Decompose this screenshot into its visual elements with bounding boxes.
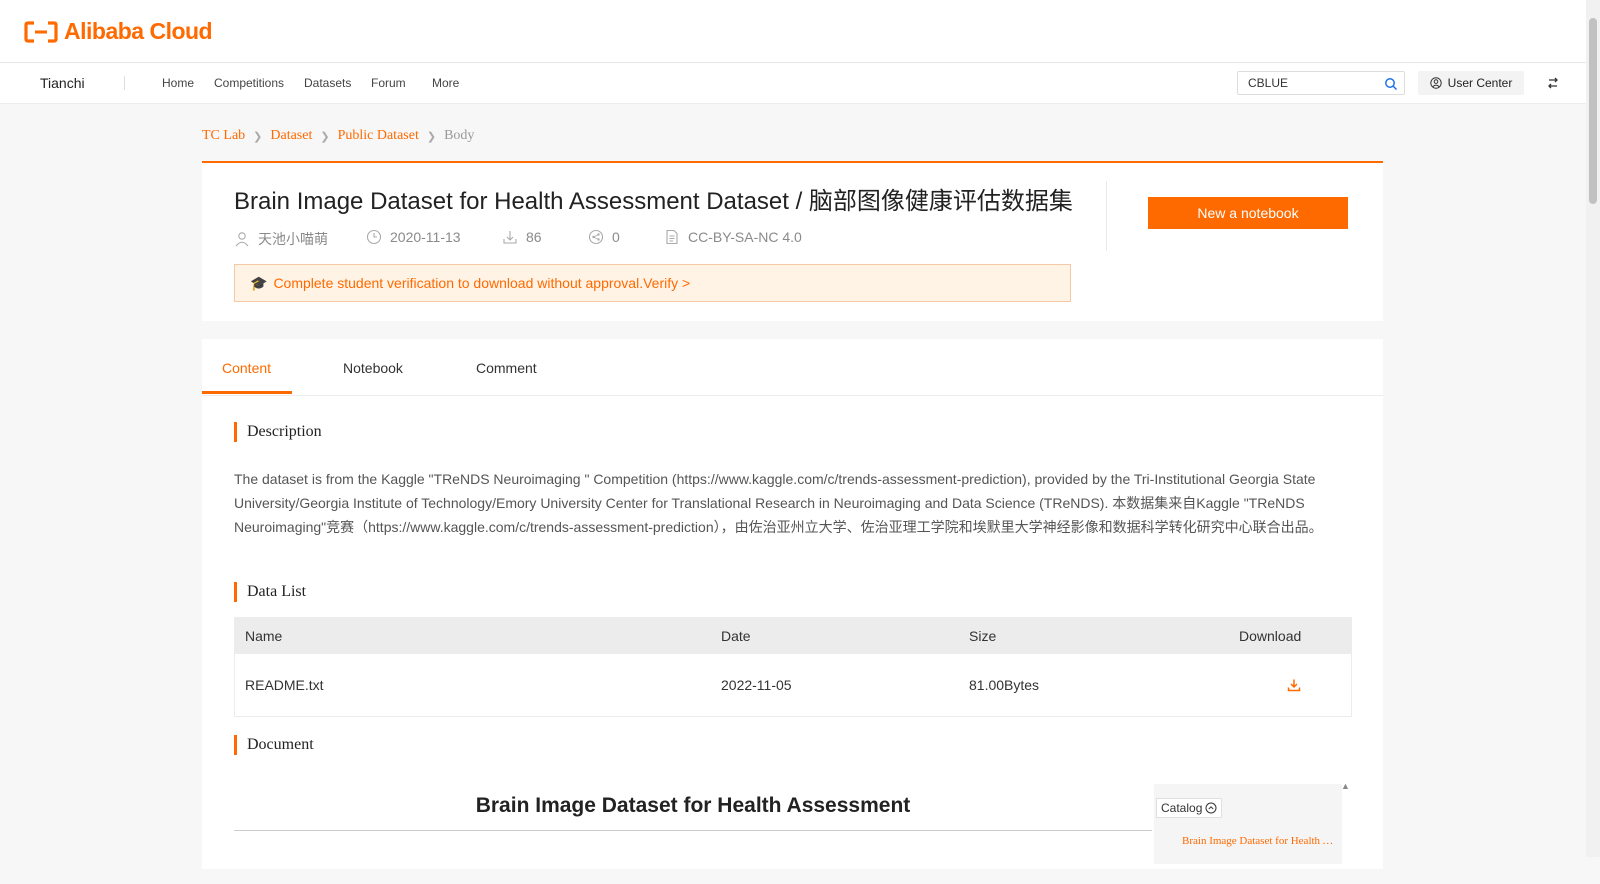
dataset-date: 2020-11-13 xyxy=(390,229,461,245)
data-list-table: Name Date Size Download README.txt 2022-… xyxy=(234,617,1352,717)
search-input[interactable] xyxy=(1248,76,1378,90)
search-box xyxy=(1237,71,1405,95)
student-verification-link[interactable]: Complete student verification to downloa… xyxy=(273,275,690,291)
breadcrumb-tc-lab[interactable]: TC Lab xyxy=(202,128,245,144)
chevron-up-circle-icon xyxy=(1205,802,1217,814)
user-center-label: User Center xyxy=(1447,76,1513,90)
chevron-right-icon: ❯ xyxy=(320,130,330,143)
nav-bar: Tianchi Home Competitions Datasets Forum… xyxy=(0,63,1586,104)
breadcrumb-dataset[interactable]: Dataset xyxy=(270,128,312,144)
table-header: Name Date Size Download xyxy=(235,618,1351,654)
column-name: Name xyxy=(245,628,283,644)
switch-icon[interactable] xyxy=(1546,76,1560,90)
meta-date: 2020-11-13 xyxy=(366,229,461,245)
clock-icon xyxy=(366,229,382,245)
catalog-panel xyxy=(1154,784,1342,864)
alibaba-cloud-logo[interactable]: Alibaba Cloud xyxy=(24,18,213,45)
table-row: README.txt 2022-11-05 81.00Bytes xyxy=(235,654,1351,716)
dataset-title: Brain Image Dataset for Health Assessmen… xyxy=(234,188,1073,215)
active-tab-indicator xyxy=(202,391,292,394)
user-icon xyxy=(235,232,249,247)
file-size: 81.00Bytes xyxy=(969,677,1040,693)
dataset-downloads: 86 xyxy=(526,229,542,245)
dataset-shares: 0 xyxy=(612,229,620,245)
nav-link-datasets[interactable]: Datasets xyxy=(304,76,351,90)
catalog-toggle-button[interactable]: Catalog xyxy=(1156,798,1223,818)
breadcrumb-public-dataset[interactable]: Public Dataset xyxy=(338,128,419,144)
download-icon xyxy=(1287,679,1301,692)
data-list-title: Data List xyxy=(234,582,306,602)
tab-comment[interactable]: Comment xyxy=(476,360,537,376)
content-card: Content Notebook Comment Description The… xyxy=(202,339,1383,869)
chevron-right-icon: ❯ xyxy=(253,130,263,143)
meta-author: 天池小喵萌 xyxy=(234,229,328,249)
meta-shares: 0 xyxy=(588,229,620,245)
breadcrumb: TC Lab ❯ Dataset ❯ Public Dataset ❯ Body xyxy=(202,128,474,144)
column-download: Download xyxy=(1239,628,1302,644)
breadcrumb-body: Body xyxy=(444,128,475,143)
dataset-header-card: Brain Image Dataset for Health Assessmen… xyxy=(202,161,1383,321)
catalog-scroll-up-icon[interactable]: ▲ xyxy=(1341,781,1350,791)
tab-content[interactable]: Content xyxy=(222,360,271,376)
document-area: Brain Image Dataset for Health Assessmen… xyxy=(234,781,1352,884)
column-size: Size xyxy=(969,628,997,644)
user-icon xyxy=(1429,77,1442,89)
logo-text: Alibaba Cloud xyxy=(64,18,213,44)
nav-link-home[interactable]: Home xyxy=(162,76,194,90)
brand-tianchi[interactable]: Tianchi xyxy=(40,75,85,91)
search-icon[interactable] xyxy=(1384,77,1398,91)
meta-license: CC-BY-SA-NC 4.0 xyxy=(664,229,802,245)
file-date: 2022-11-05 xyxy=(721,677,792,693)
scrollbar-thumb[interactable] xyxy=(1589,18,1597,204)
dataset-author: 天池小喵萌 xyxy=(258,231,328,247)
nav-link-competitions[interactable]: Competitions xyxy=(214,76,284,90)
user-center-button[interactable]: User Center xyxy=(1418,71,1524,95)
download-button[interactable] xyxy=(1287,654,1301,716)
document-title: Document xyxy=(234,735,314,755)
tab-notebook[interactable]: Notebook xyxy=(343,360,403,376)
top-bar: Alibaba Cloud xyxy=(0,0,1586,63)
header-divider xyxy=(1106,181,1107,251)
new-notebook-button[interactable]: New a notebook xyxy=(1148,197,1348,229)
meta-downloads: 86 xyxy=(502,229,542,245)
catalog-label: Catalog xyxy=(1161,801,1203,815)
file-name: README.txt xyxy=(245,677,324,693)
share-icon xyxy=(588,229,604,245)
chevron-right-icon: ❯ xyxy=(426,130,437,143)
nav-link-forum[interactable]: Forum xyxy=(371,76,406,90)
dataset-license: CC-BY-SA-NC 4.0 xyxy=(688,229,802,245)
nav-link-more[interactable]: More xyxy=(432,76,459,90)
document-icon xyxy=(666,229,678,245)
content-tabs: Content Notebook Comment xyxy=(202,339,1383,396)
brand-divider xyxy=(124,76,125,90)
description-title: Description xyxy=(234,422,322,442)
document-heading: Brain Image Dataset for Health Assessmen… xyxy=(475,794,911,817)
student-verification-notice[interactable]: 🎓 Complete student verification to downl… xyxy=(234,264,1071,302)
page-scrollbar[interactable] xyxy=(1586,0,1600,857)
description-text: The dataset is from the Kaggle "TReNDS N… xyxy=(234,471,1323,535)
catalog-item[interactable]: Brain Image Dataset for Health Assessmen… xyxy=(1182,835,1334,847)
download-count-icon xyxy=(503,231,517,244)
alibaba-cloud-logo-icon xyxy=(24,20,58,43)
document-heading-rule xyxy=(234,830,1152,831)
graduation-cap-icon: 🎓 xyxy=(250,274,268,291)
column-date: Date xyxy=(721,628,751,644)
